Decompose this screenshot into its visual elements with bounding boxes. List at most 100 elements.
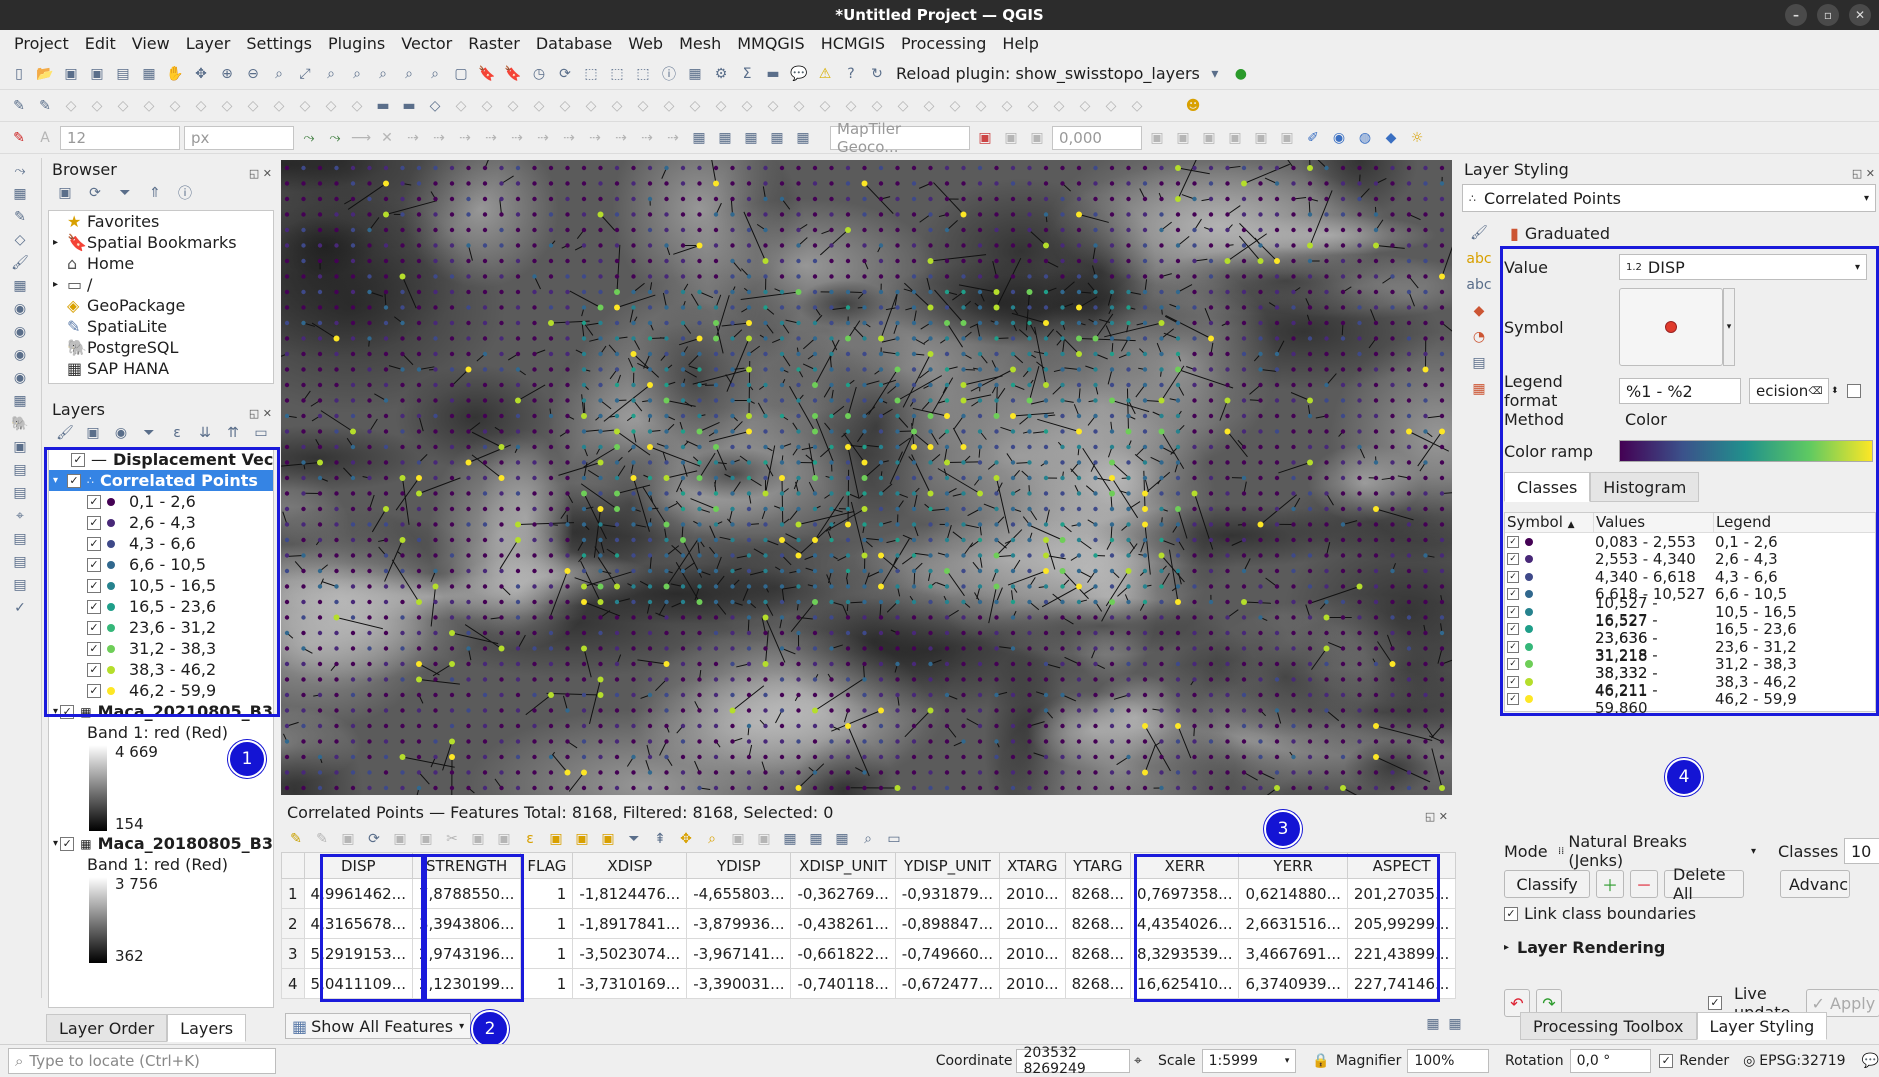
expand-arrow-icon[interactable]: ▸: [53, 237, 67, 248]
field-calculator-icon[interactable]: ▦: [779, 828, 801, 850]
column-header[interactable]: XTARG: [1000, 853, 1065, 879]
form-view-icon[interactable]: ▭: [883, 828, 905, 850]
actions-icon[interactable]: ▦: [831, 828, 853, 850]
mesh-icon[interactable]: ▦: [8, 276, 32, 296]
coordinate-toggle-icon[interactable]: ⌖: [1134, 1053, 1142, 1069]
browser-item-6[interactable]: 🐘PostgreSQL: [49, 337, 273, 358]
browser-item-3[interactable]: ▸▭/: [49, 274, 273, 295]
reload-plugin-label[interactable]: Reload plugin: show_swisstopo_layers: [896, 64, 1200, 83]
table-cell[interactable]: -1,8124476...: [573, 879, 687, 909]
new-map-view-icon[interactable]: ▢: [450, 63, 472, 85]
bookmark-icon[interactable]: 🔖: [476, 63, 498, 85]
new-project-icon[interactable]: ▯: [8, 63, 30, 85]
layer-select[interactable]: ∴ Correlated Points ▾: [1462, 184, 1876, 212]
table-cell[interactable]: 8268...: [1065, 909, 1130, 939]
edit-tool-icon-31[interactable]: ◇: [814, 95, 836, 117]
crs-icon[interactable]: ◎: [1743, 1053, 1755, 1069]
rotation-field[interactable]: 0,0 °: [1570, 1049, 1652, 1073]
edit-tool-icon-29[interactable]: ◇: [762, 95, 784, 117]
row-number[interactable]: 4: [282, 969, 305, 999]
delete-all-button[interactable]: Delete All: [1664, 870, 1744, 898]
delimited-icon[interactable]: ▤: [8, 460, 32, 480]
table-cell[interactable]: -0,661822...: [791, 939, 895, 969]
table-cell[interactable]: -0,672477...: [895, 969, 999, 999]
edit-tool-icon-17[interactable]: ◇: [450, 95, 472, 117]
live-update-checkbox[interactable]: ✓: [1708, 996, 1722, 1010]
wms-icon[interactable]: ▦: [714, 127, 736, 149]
dock-icon-a[interactable]: ▦: [1422, 1013, 1444, 1035]
map-svg[interactable]: [281, 160, 1452, 795]
annotation-icon[interactable]: 💬: [788, 63, 810, 85]
menu-layer[interactable]: Layer: [178, 30, 239, 58]
table-cell[interactable]: 8268...: [1065, 939, 1130, 969]
zoom-full-icon[interactable]: ⤢: [294, 63, 316, 85]
edit-tool-icon-28[interactable]: ◇: [736, 95, 758, 117]
sphere-icon[interactable]: ◍: [1354, 127, 1376, 149]
save-as-icon[interactable]: ▣: [86, 63, 108, 85]
filter-icon[interactable]: ⏷: [114, 182, 136, 204]
table-cell[interactable]: -3,967141...: [687, 939, 791, 969]
tab-layers[interactable]: Layers: [167, 1014, 246, 1042]
table-cell[interactable]: -0,740118...: [791, 969, 895, 999]
edit-tool-icon-21[interactable]: ◇: [554, 95, 576, 117]
tab-layer-styling[interactable]: Layer Styling: [1697, 1012, 1828, 1040]
tool-j-icon[interactable]: ⇢: [584, 127, 606, 149]
row-number[interactable]: 2: [282, 909, 305, 939]
edit-tool-icon-26[interactable]: ◇: [684, 95, 706, 117]
edit-tool-icon-24[interactable]: ◇: [632, 95, 654, 117]
panel-close-icon[interactable]: ◱ ✕: [249, 402, 272, 426]
edit-tool-icon-9[interactable]: ◇: [242, 95, 264, 117]
conditional-format-icon[interactable]: ▦: [805, 828, 827, 850]
delete-feature-icon[interactable]: ▣: [415, 828, 437, 850]
zoom-selection-icon[interactable]: ⌕: [320, 63, 342, 85]
table-cell[interactable]: -3,390031...: [687, 969, 791, 999]
geocoder-search-field[interactable]: MapTiler Geoco...: [830, 126, 970, 150]
browser-item-1[interactable]: ▸🔖Spatial Bookmarks: [49, 232, 273, 253]
save-edits-icon[interactable]: ▣: [337, 828, 359, 850]
raster-icon[interactable]: ▦: [8, 184, 32, 204]
edit-tool-icon-38[interactable]: ◇: [996, 95, 1018, 117]
diagrams-tab-icon[interactable]: ◔: [1468, 326, 1490, 348]
table-cell[interactable]: -0,438261...: [791, 909, 895, 939]
reload-icon[interactable]: ⟳: [363, 828, 385, 850]
tool-k-icon[interactable]: ⇢: [610, 127, 632, 149]
zoom-in-icon[interactable]: ⊕: [216, 63, 238, 85]
remove-class-icon[interactable]: －: [1630, 870, 1658, 898]
tool-i-icon[interactable]: ⇢: [558, 127, 580, 149]
layer-checkbox[interactable]: ✓: [60, 837, 74, 851]
expand-arrow-icon[interactable]: ▸: [53, 279, 67, 290]
edit-tool-icon-41[interactable]: ◇: [1074, 95, 1096, 117]
table-cell[interactable]: 1: [521, 879, 573, 909]
table-cell[interactable]: -3,7310169...: [573, 969, 687, 999]
edit-tool-icon-3[interactable]: ◇: [86, 95, 108, 117]
invert-selection-icon[interactable]: ▣: [571, 828, 593, 850]
postgis-icon[interactable]: 🐘: [8, 414, 32, 434]
wfs-icon[interactable]: ◉: [8, 322, 32, 342]
collapse-icon[interactable]: ⇑: [144, 182, 166, 204]
xyz-icon[interactable]: ◉: [8, 368, 32, 388]
column-header[interactable]: YDISP: [687, 853, 791, 879]
show-all-features-button[interactable]: ▦ Show All Features ▾: [285, 1013, 471, 1039]
browser-item-7[interactable]: ▦SAP HANA: [49, 358, 273, 379]
row-number[interactable]: 1: [282, 879, 305, 909]
add-class-icon[interactable]: ＋: [1596, 870, 1624, 898]
column-header[interactable]: XDISP_UNIT: [791, 853, 895, 879]
edit-tool-icon-6[interactable]: ◇: [164, 95, 186, 117]
cut-icon[interactable]: ✂: [441, 828, 463, 850]
sql-icon[interactable]: ▤: [8, 575, 32, 595]
edit-tool-icon-18[interactable]: ◇: [476, 95, 498, 117]
filter-select-icon[interactable]: ⏷: [623, 828, 645, 850]
table-cell[interactable]: 2010...: [1000, 969, 1065, 999]
panel-close-icon[interactable]: ◱ ✕: [1852, 162, 1875, 186]
plugin-green-icon[interactable]: ●: [1230, 63, 1252, 85]
edit-tool-icon-4[interactable]: ◇: [112, 95, 134, 117]
image-icon[interactable]: ▦: [766, 127, 788, 149]
edit-tool-icon-33[interactable]: ◇: [866, 95, 888, 117]
edit-tool-icon-37[interactable]: ◇: [970, 95, 992, 117]
edit-tool-icon-16[interactable]: ◇: [424, 95, 446, 117]
layer-raster-2[interactable]: ▾ ✓ ▦ Maca_20180805_B3: [49, 833, 273, 854]
smiley-icon[interactable]: ☻: [1182, 95, 1204, 117]
edit-tool-icon-25[interactable]: ◇: [658, 95, 680, 117]
minimize-button[interactable]: –: [1785, 4, 1807, 26]
table-cell[interactable]: 8268...: [1065, 879, 1130, 909]
